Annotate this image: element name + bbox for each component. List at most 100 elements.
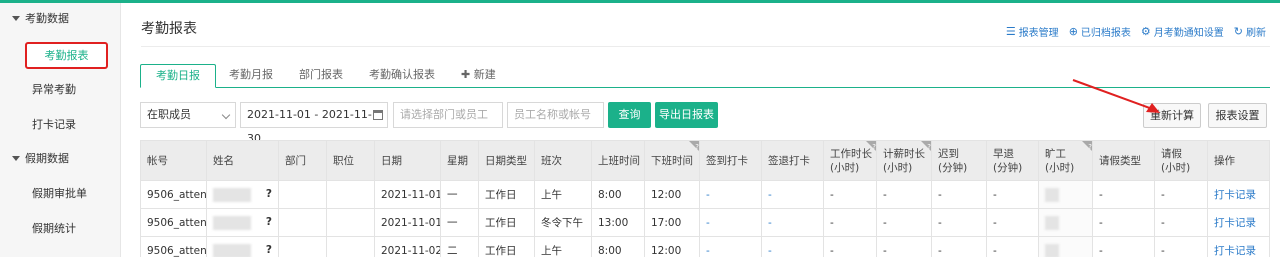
tab-department-report[interactable]: 部门报表	[286, 64, 356, 88]
header-divider	[141, 46, 1270, 47]
red-arrow-annotation	[1072, 79, 1160, 113]
tab-new[interactable]: ✚ 新建	[448, 64, 509, 88]
table-cell	[326, 208, 375, 237]
sidebar-item-punch-records[interactable]: 打卡记录	[32, 115, 76, 135]
table-cell	[278, 180, 327, 209]
sidebar-item-leave-approval[interactable]: 假期审批单	[32, 184, 87, 204]
table-cell: 2021-11-01	[374, 208, 441, 237]
employee-name-input[interactable]: 员工名称或帐号	[507, 102, 604, 128]
table-cell: -	[986, 180, 1039, 209]
help-tooltip-icon[interactable]	[689, 141, 699, 154]
caret-down-icon	[12, 155, 20, 161]
punch-record-link[interactable]: 打卡记录	[1207, 180, 1270, 209]
table-cell: 工作日	[478, 208, 535, 237]
help-tooltip-icon[interactable]	[866, 141, 876, 154]
punch-record-link[interactable]: 打卡记录	[1207, 236, 1270, 257]
column-header: 请假 (小时)	[1154, 140, 1208, 181]
column-header: 下班时间	[644, 140, 700, 181]
sidebar-item-attendance-report[interactable]: 考勤报表	[25, 42, 108, 69]
unknown-mark: ?	[265, 187, 272, 200]
sidebar: 考勤数据 考勤报表 异常考勤 打卡记录 假期数据 假期审批单 假期统计	[0, 3, 121, 257]
sidebar-group-leave[interactable]: 假期数据	[12, 149, 69, 169]
help-tooltip-icon[interactable]	[921, 141, 931, 154]
table-cell	[326, 180, 375, 209]
table-cell: -	[761, 180, 824, 209]
page-title: 考勤报表	[141, 21, 197, 37]
tab-new-label: 新建	[473, 68, 496, 81]
table-row: 9506_attend?2021-11-02二工作日上午8:0012:00---…	[140, 236, 1270, 257]
table-cell: -	[1092, 208, 1155, 237]
gear-icon: ⚙	[1140, 25, 1151, 38]
refresh-link[interactable]: ↻ 刷新	[1234, 24, 1266, 39]
query-button[interactable]: 查询	[608, 102, 651, 128]
table-cell: 一	[440, 208, 479, 237]
unknown-mark: ?	[265, 243, 272, 256]
redacted-value	[1045, 187, 1059, 202]
list-icon: ☰	[1005, 25, 1016, 38]
help-tooltip-icon[interactable]	[1082, 141, 1092, 154]
column-header: 姓名	[206, 140, 279, 181]
monthly-notice-settings-link[interactable]: ⚙ 月考勤通知设置	[1141, 24, 1224, 39]
date-range-picker[interactable]: 2021-11-01 - 2021-11-30	[240, 102, 388, 145]
report-tabs: 考勤日报 考勤月报 部门报表 考勤确认报表 ✚ 新建	[140, 64, 509, 88]
tab-monthly-report[interactable]: 考勤月报	[216, 64, 286, 88]
table-cell: 8:00	[591, 236, 645, 257]
caret-down-icon	[12, 15, 20, 21]
redacted-name	[213, 187, 251, 202]
table-cell: 上午	[534, 180, 592, 209]
table-cell: -	[931, 180, 987, 209]
table-cell	[1038, 208, 1093, 237]
table-cell: -	[823, 236, 877, 257]
column-header: 日期	[374, 140, 441, 181]
table-cell: 工作日	[478, 236, 535, 257]
punch-record-link[interactable]: 打卡记录	[1207, 208, 1270, 237]
column-header: 职位	[326, 140, 375, 181]
table-cell: 13:00	[591, 208, 645, 237]
table-header-row: 帐号姓名部门职位日期星期日期类型班次上班时间下班时间签到打卡签退打卡工作时长(小…	[140, 140, 1270, 181]
report-settings-button[interactable]: 报表设置	[1208, 103, 1267, 128]
link-label: 月考勤通知设置	[1153, 28, 1224, 39]
table-cell: ?	[206, 236, 279, 257]
table-cell: -	[1154, 236, 1208, 257]
table-cell: -	[823, 180, 877, 209]
table-cell: ?	[206, 208, 279, 237]
table-cell: 工作日	[478, 180, 535, 209]
table-cell: ?	[206, 180, 279, 209]
archived-reports-link[interactable]: ⊕ 已归档报表	[1069, 24, 1131, 39]
table-cell: 9506_attend	[140, 208, 207, 237]
column-header: 迟到 (分钟)	[931, 140, 987, 181]
column-header: 签退打卡	[761, 140, 824, 181]
sidebar-group-attendance[interactable]: 考勤数据	[12, 9, 69, 29]
table-cell: -	[1092, 236, 1155, 257]
unknown-mark: ?	[265, 215, 272, 228]
table-cell: 9506_attend	[140, 180, 207, 209]
table-cell: 17:00	[644, 208, 700, 237]
table-cell: -	[931, 208, 987, 237]
column-header: 早退 (分钟)	[986, 140, 1039, 181]
table-cell: -	[699, 236, 762, 257]
table-cell: -	[1154, 208, 1208, 237]
link-label: 刷新	[1246, 28, 1266, 39]
table-cell: -	[1154, 180, 1208, 209]
table-cell: -	[823, 208, 877, 237]
sidebar-item-leave-stats[interactable]: 假期统计	[32, 219, 76, 239]
column-header: 签到打卡	[699, 140, 762, 181]
table-cell: -	[986, 236, 1039, 257]
column-header: 星期	[440, 140, 479, 181]
export-daily-report-button[interactable]: 导出日报表	[655, 102, 718, 128]
member-status-select[interactable]: 在职成员	[140, 102, 236, 128]
column-header: 工作时长 (小时)	[823, 140, 877, 181]
link-label: 已归档报表	[1080, 28, 1131, 39]
table-cell: 9506_attend	[140, 236, 207, 257]
tab-daily-report[interactable]: 考勤日报	[140, 64, 216, 88]
report-management-link[interactable]: ☰ 报表管理	[1006, 24, 1059, 39]
column-header: 帐号	[140, 140, 207, 181]
sidebar-item-abnormal-attendance[interactable]: 异常考勤	[32, 80, 76, 100]
redacted-name	[213, 243, 251, 257]
column-header: 计薪时长 (小时)	[876, 140, 932, 181]
column-header: 操作	[1207, 140, 1270, 181]
table-cell: 2021-11-01	[374, 180, 441, 209]
link-label: 报表管理	[1018, 28, 1059, 39]
tab-confirmation-report[interactable]: 考勤确认报表	[356, 64, 448, 88]
department-employee-input[interactable]: 请选择部门或员工	[393, 102, 503, 128]
